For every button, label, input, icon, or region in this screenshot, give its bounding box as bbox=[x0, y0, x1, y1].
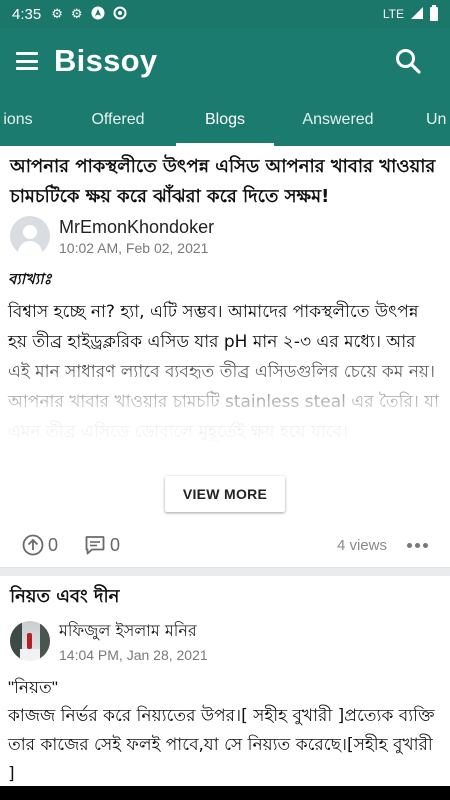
post-title[interactable]: নিয়ত এবং দীন bbox=[0, 576, 450, 612]
blog-post-card[interactable]: নিয়ত এবং দীন মফিজুল ইসলাম মনির 14:04 PM… bbox=[0, 576, 450, 786]
app-title: Bissoy bbox=[54, 43, 158, 78]
author-name[interactable]: MrEmonKhondoker bbox=[59, 217, 214, 238]
tab-label: Un bbox=[426, 111, 447, 128]
tab-unanswered[interactable]: Un bbox=[426, 94, 450, 146]
author-row: MrEmonKhondoker 10:02 AM, Feb 02, 2021 bbox=[0, 216, 450, 256]
network-type: LTE bbox=[382, 7, 404, 21]
tab-questions[interactable]: ions bbox=[0, 94, 38, 146]
post-date: 14:04 PM, Jan 28, 2021 bbox=[59, 647, 208, 663]
comment-icon bbox=[85, 536, 105, 555]
post-body-line: কাজজ নির্ভর করে নিয়্যতের উপর।[ সহীহ বুখ… bbox=[8, 706, 435, 784]
tab-answered[interactable]: Answered bbox=[288, 94, 388, 146]
upvote-count: 0 bbox=[48, 534, 59, 555]
tab-label: Blogs bbox=[204, 111, 246, 128]
author-row: মফিজুল ইসলাম মনির 14:04 PM, Jan 28, 2021 bbox=[0, 618, 450, 663]
upvote-button[interactable]: 0 bbox=[22, 534, 58, 556]
post-actions: 0 0 4 views bbox=[0, 530, 450, 560]
status-time: 4:35 bbox=[12, 5, 42, 23]
system-nav-bar bbox=[0, 786, 450, 800]
avatar[interactable] bbox=[10, 216, 50, 256]
tab-bar: ions Offered Blogs Answered Un bbox=[0, 94, 450, 146]
gear-icon: ⚙ bbox=[51, 6, 63, 22]
post-body-line: "নিয়ত" bbox=[8, 678, 58, 697]
battery-icon bbox=[430, 5, 438, 21]
tab-label: Offered bbox=[91, 111, 145, 128]
tab-label: Answered bbox=[302, 111, 374, 128]
signal-icon bbox=[410, 6, 424, 23]
post-body: বিশ্বাস হচ্ছে না? হ্যা, এটি সম্ভব। আমাদে… bbox=[0, 293, 450, 461]
view-count: 4 views bbox=[336, 536, 387, 554]
hamburger-menu-icon[interactable] bbox=[16, 52, 38, 70]
tab-label: ions bbox=[3, 111, 33, 128]
app-bar: Bissoy bbox=[0, 28, 450, 94]
comment-button[interactable]: 0 bbox=[84, 534, 120, 556]
card-divider bbox=[0, 568, 450, 576]
search-icon[interactable] bbox=[388, 41, 428, 81]
more-options-icon[interactable] bbox=[407, 542, 428, 548]
author-name[interactable]: মফিজুল ইসলাম মনির bbox=[59, 618, 208, 645]
view-more-button[interactable]: VIEW MORE bbox=[165, 476, 285, 512]
fade-overlay bbox=[0, 346, 450, 461]
status-bar: 4:35 ⚙ ⚙ LTE bbox=[0, 0, 450, 28]
sync-icon bbox=[113, 6, 127, 23]
comment-count: 0 bbox=[110, 534, 121, 555]
avatar[interactable] bbox=[10, 620, 50, 661]
navigation-icon bbox=[91, 6, 105, 23]
blog-post-card[interactable]: আপনার পাকস্থলীতে উৎপন্ন এসিড আপনার খাবার… bbox=[0, 146, 450, 568]
tab-blogs[interactable]: Blogs bbox=[176, 94, 274, 146]
explanation-label: ব্যাখ্যাঃ bbox=[8, 270, 52, 288]
post-date: 10:02 AM, Feb 02, 2021 bbox=[59, 239, 209, 256]
post-body-text: "নিয়ত" কাজজ নির্ভর করে নিয়্যতের উপর।[ … bbox=[0, 663, 450, 789]
upvote-icon bbox=[22, 534, 44, 556]
post-title[interactable]: আপনার পাকস্থলীতে উৎপন্ন এসিড আপনার খাবার… bbox=[0, 146, 450, 212]
tab-offered[interactable]: Offered bbox=[70, 94, 166, 146]
gear-icon: ⚙ bbox=[70, 6, 83, 22]
